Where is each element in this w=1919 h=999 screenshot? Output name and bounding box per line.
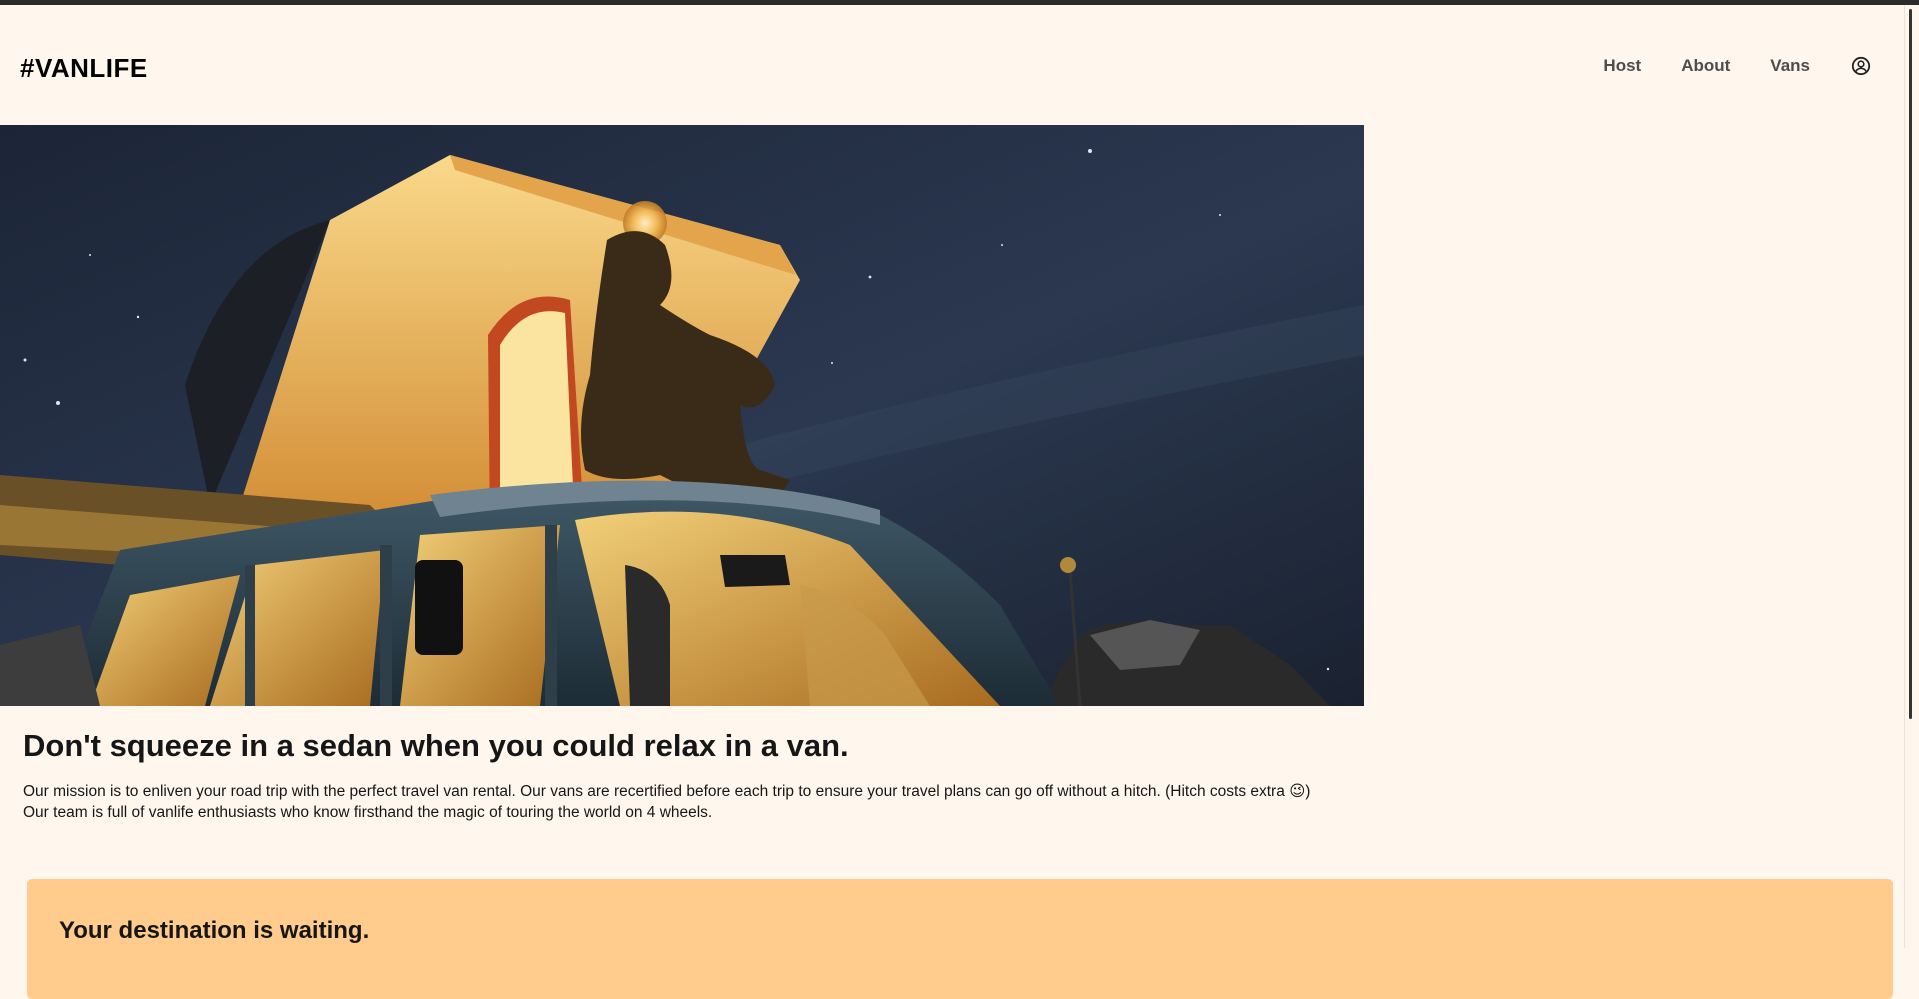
page-scrollbar[interactable] [1904, 5, 1919, 948]
site-logo[interactable]: #VANLIFE [20, 53, 148, 84]
cta-box: Your destination is waiting. [27, 879, 1893, 999]
nav-link-about[interactable]: About [1681, 56, 1730, 76]
page: #VANLIFE Host About Vans Don't squeeze i… [0, 5, 1904, 999]
about-section: Don't squeeze in a sedan when you could … [23, 727, 1363, 823]
van-night-photo [0, 125, 1364, 706]
nav-link-host[interactable]: Host [1603, 56, 1641, 76]
nav-link-vans[interactable]: Vans [1770, 56, 1810, 76]
site-header: #VANLIFE Host About Vans [0, 5, 1904, 125]
cta-title: Your destination is waiting. [59, 917, 370, 944]
scrollbar-thumb[interactable] [1909, 9, 1912, 719]
hero-image [0, 125, 1364, 706]
user-circle-icon [1851, 56, 1871, 76]
login-link[interactable] [1850, 55, 1872, 77]
main-nav: Host About Vans [1563, 55, 1872, 77]
about-paragraph-team: Our team is full of vanlife enthusiasts … [23, 804, 713, 822]
about-paragraph-mission: Our mission is to enliven your road trip… [23, 783, 1311, 801]
about-title: Don't squeeze in a sedan when you could … [23, 728, 849, 763]
